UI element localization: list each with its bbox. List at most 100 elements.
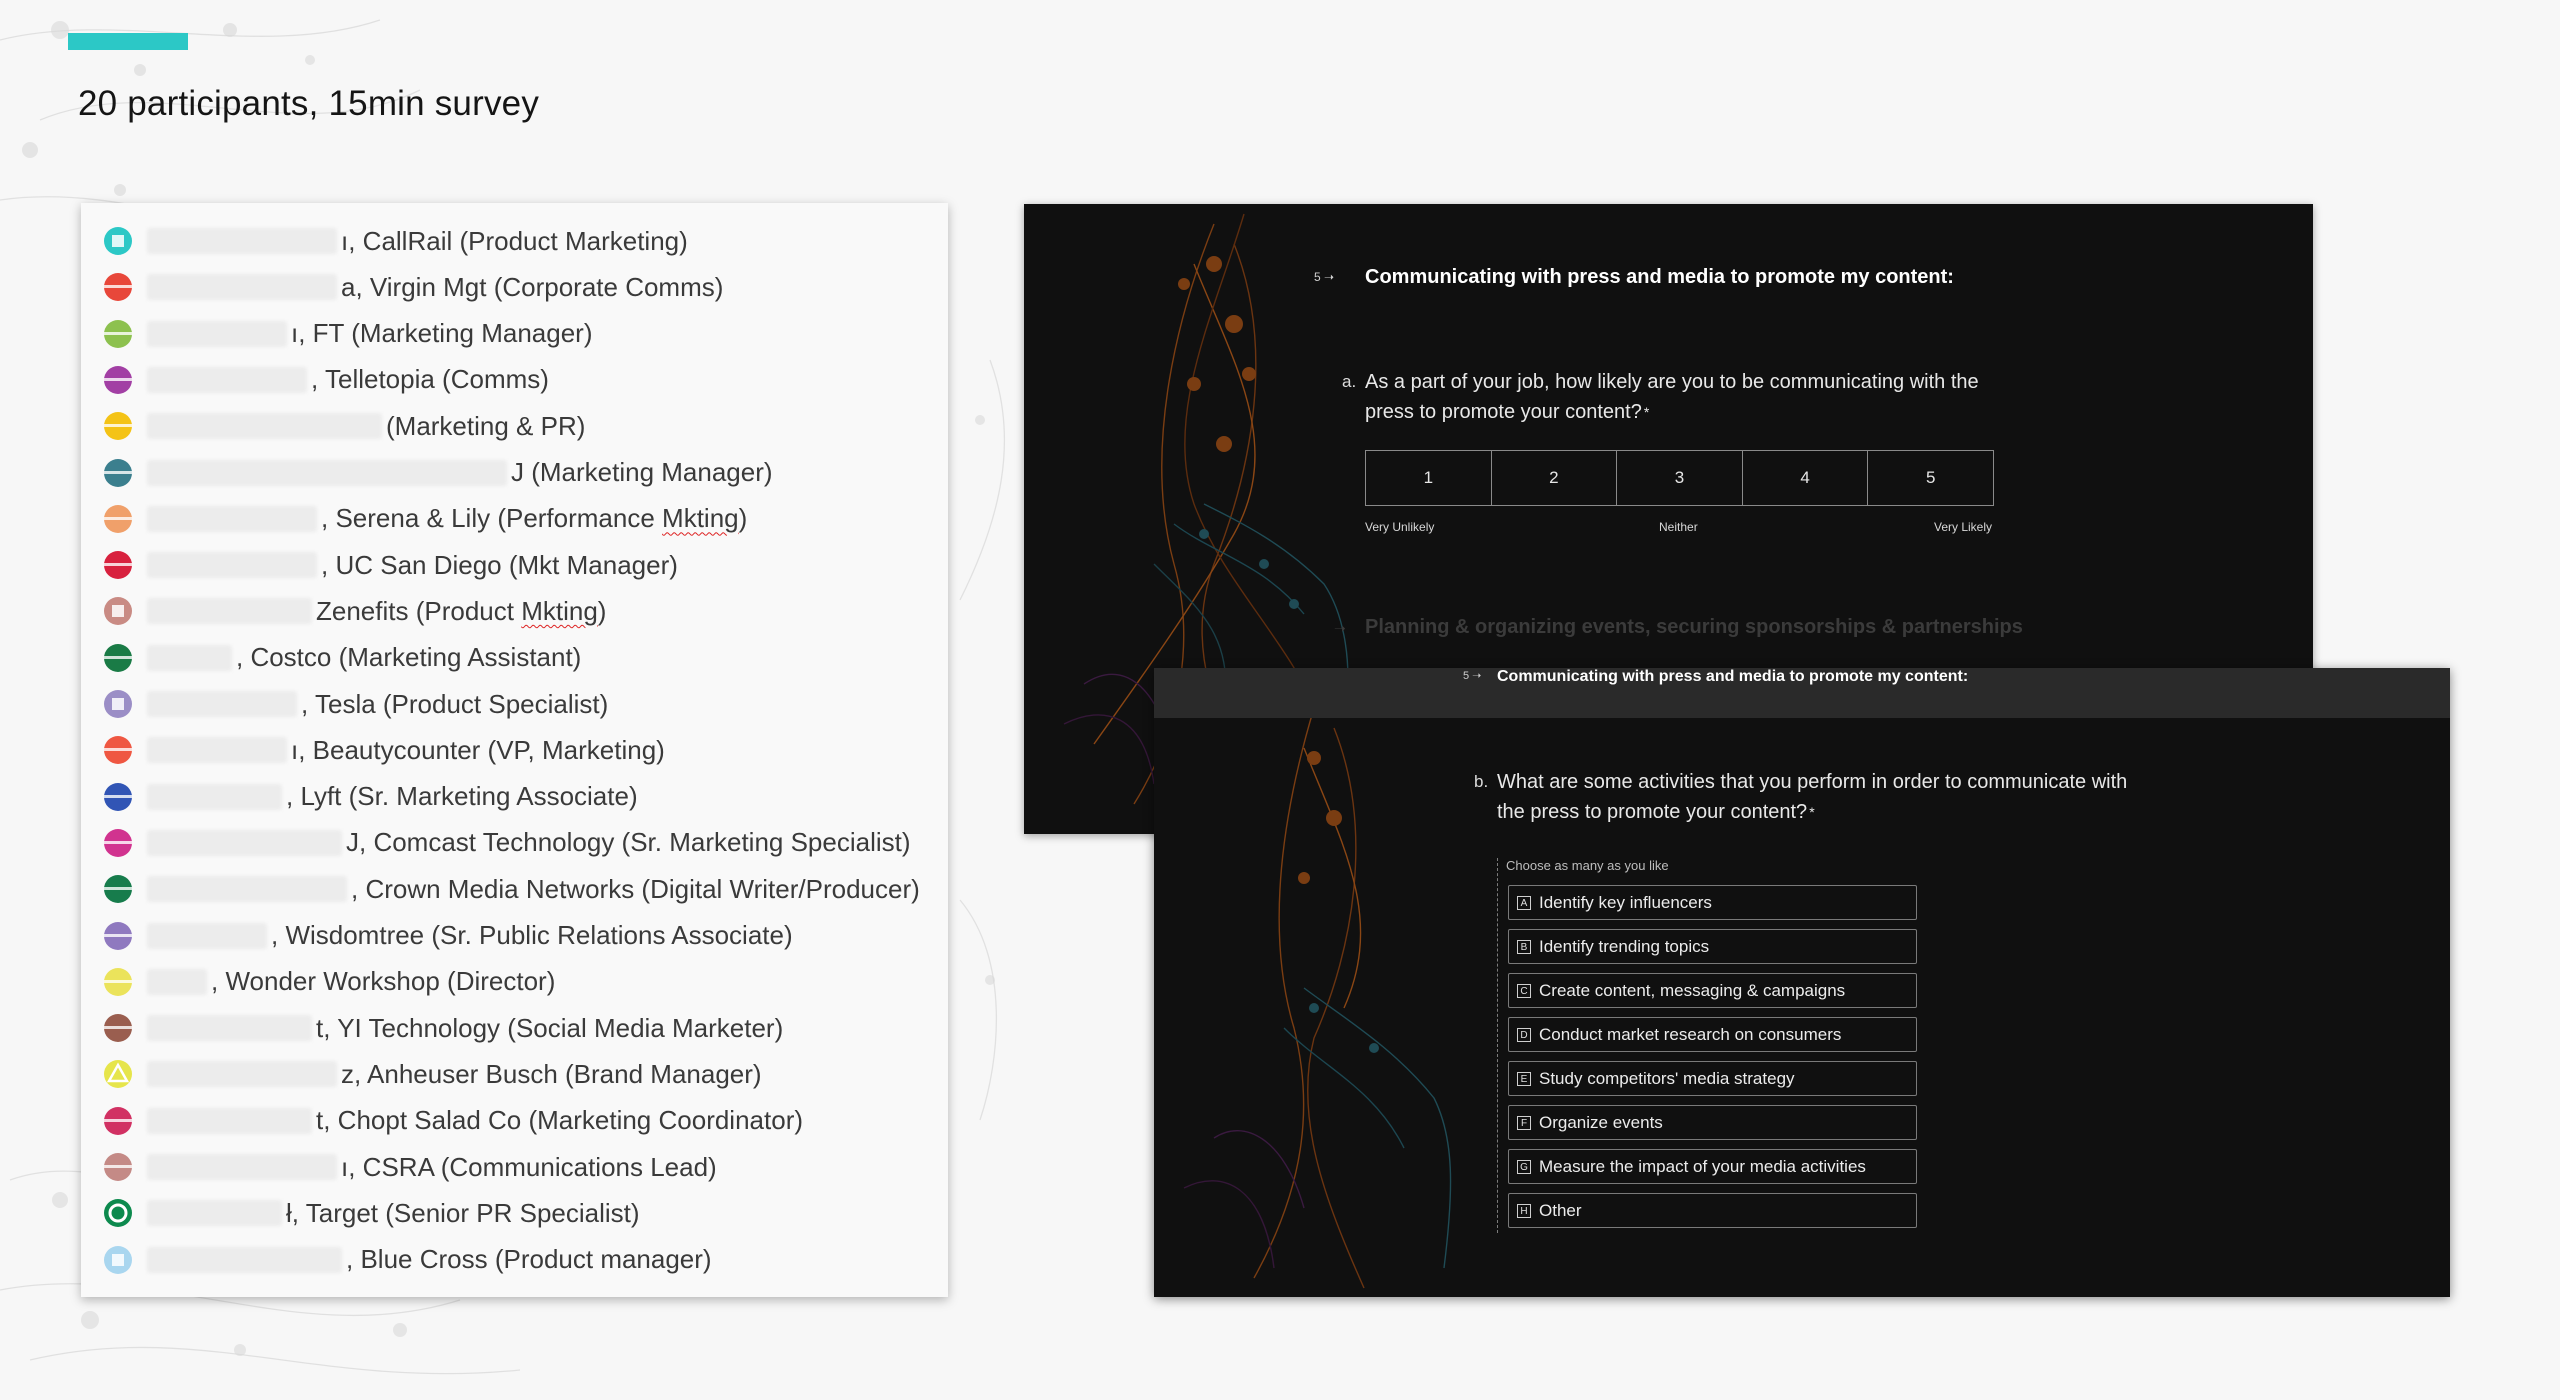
redacted-name [147, 274, 337, 301]
orange-circle-badge-icon [103, 504, 133, 534]
title-accent-bar [68, 33, 188, 50]
participant-affiliation: t, YI Technology (Social Media Marketer) [316, 1012, 784, 1043]
participant-row: t, Chopt Salad Co (Marketing Coordinator… [103, 1098, 943, 1144]
participant-row: , Wonder Workshop (Director) [103, 959, 943, 1005]
option-key: D [1517, 1027, 1531, 1042]
option-d[interactable]: D Conduct market research on consumers [1508, 1017, 1917, 1052]
option-key: F [1517, 1115, 1531, 1130]
participant-row: ı, FT (Marketing Manager) [103, 311, 943, 357]
question-heading: Communicating with press and media to pr… [1365, 266, 1954, 288]
sub-question-letter: b. [1474, 772, 1489, 791]
participant-affiliation: , Lyft (Sr. Marketing Associate) [286, 781, 638, 812]
redacted-name [147, 829, 342, 856]
participant-affiliation: ı, CallRail (Product Marketing) [341, 225, 688, 256]
redacted-name [147, 320, 287, 347]
option-label: Study competitors' media strategy [1539, 1068, 1795, 1088]
participant-row: , Costco (Marketing Assistant) [103, 635, 943, 681]
likert-scale: 1 2 3 4 5 [1365, 450, 1994, 506]
option-key: A [1517, 895, 1531, 910]
pale-yellow-circle-badge-icon [103, 967, 133, 997]
scale-option-3[interactable]: 3 [1617, 451, 1743, 505]
option-label: Create content, messaging & campaigns [1539, 980, 1846, 1000]
participant-affiliation: Zenefits (Product Mkting) [316, 595, 607, 626]
participant-row: , Blue Cross (Product manager) [103, 1237, 943, 1283]
scale-option-1[interactable]: 1 [1366, 451, 1492, 505]
scale-option-4[interactable]: 4 [1743, 451, 1869, 505]
option-e[interactable]: E Study competitors' media strategy [1508, 1061, 1917, 1096]
redacted-name [147, 783, 282, 810]
redacted-name [147, 459, 507, 486]
participant-affiliation: J, Comcast Technology (Sr. Marketing Spe… [346, 827, 911, 858]
question-number-label: 5 ➝ [1314, 270, 1334, 284]
option-a[interactable]: A Identify key influencers [1508, 885, 1917, 920]
green-circle-badge-icon [103, 319, 133, 349]
choose-instruction: Choose as many as you like [1506, 858, 1669, 873]
violet-circle-badge-icon [103, 921, 133, 951]
participant-affiliation: , Telletopia (Comms) [311, 364, 549, 395]
participant-affiliation: z, Anheuser Busch (Brand Manager) [341, 1058, 762, 1089]
participant-row: , UC San Diego (Mkt Manager) [103, 542, 943, 588]
redacted-name [147, 366, 307, 393]
participant-row: ł, Target (Senior PR Specialist) [103, 1190, 943, 1236]
green-ring-badge-icon [103, 1198, 133, 1228]
rose-square-badge-icon [103, 596, 133, 626]
spellcheck-underline: Mkting [521, 595, 598, 626]
light-blue-square-badge-icon [103, 1245, 133, 1275]
question-text: What are some activities that you perfor… [1497, 767, 2127, 827]
scale-label-mid: Neither [1659, 520, 1698, 534]
participant-row: , Crown Media Networks (Digital Writer/P… [103, 866, 943, 912]
slate-teal-circle-badge-icon [103, 458, 133, 488]
option-b[interactable]: B Identify trending topics [1508, 929, 1917, 964]
participant-row: , Lyft (Sr. Marketing Associate) [103, 774, 943, 820]
option-h[interactable]: H Other [1508, 1193, 1917, 1228]
participant-affiliation: (Marketing & PR) [386, 410, 586, 441]
redacted-name [147, 1107, 312, 1134]
option-label: Identify key influencers [1539, 892, 1712, 912]
slide-title: 20 participants, 15min survey [78, 84, 540, 123]
redacted-name [147, 1015, 312, 1042]
redacted-name [147, 1061, 337, 1088]
option-key: B [1517, 939, 1531, 954]
required-asterisk: * [1643, 404, 1650, 420]
question-number: 5 [1314, 270, 1321, 284]
emerald-circle-badge-icon [103, 874, 133, 904]
participant-row: ı, CallRail (Product Marketing) [103, 218, 943, 264]
yellow-circle-badge-icon [103, 411, 133, 441]
crimson-circle-badge-icon [103, 550, 133, 580]
arrow-right-icon: ➝ [1469, 670, 1482, 682]
participant-row: , Telletopia (Comms) [103, 357, 943, 403]
redacted-name [147, 691, 297, 717]
participant-affiliation: ł, Target (Senior PR Specialist) [286, 1197, 640, 1228]
participant-affiliation: J (Marketing Manager) [511, 457, 773, 487]
slide: 20 participants, 15min survey ı, CallRai… [0, 0, 2560, 1400]
section-header-bar: 5 ➝ Communicating with press and media t… [1154, 668, 2450, 718]
redacted-name [147, 552, 317, 579]
question-text-line-1: As a part of your job, how likely are yo… [1365, 371, 1979, 393]
redacted-name [147, 505, 317, 532]
magenta-circle-badge-icon [103, 828, 133, 858]
participant-row: (Marketing & PR) [103, 403, 943, 449]
redacted-name [147, 644, 232, 671]
participant-affiliation: ı, FT (Marketing Manager) [291, 318, 593, 349]
option-f[interactable]: F Organize events [1508, 1105, 1917, 1140]
question-heading: Communicating with press and media to pr… [1497, 668, 1969, 685]
scale-option-2[interactable]: 2 [1492, 451, 1618, 505]
scale-label-low: Very Unlikely [1365, 520, 1435, 534]
redacted-name [147, 1246, 342, 1273]
option-key: C [1517, 983, 1531, 998]
participant-row: a, Virgin Mgt (Corporate Comms) [103, 264, 943, 310]
participant-affiliation: a, Virgin Mgt (Corporate Comms) [341, 271, 724, 302]
option-label: Other [1539, 1200, 1582, 1220]
option-key: G [1517, 1159, 1531, 1174]
participant-row: ı, Beautycounter (VP, Marketing) [103, 727, 943, 773]
option-c[interactable]: C Create content, messaging & campaigns [1508, 973, 1917, 1008]
scale-option-5[interactable]: 5 [1868, 451, 1993, 505]
option-g[interactable]: G Measure the impact of your media activi… [1508, 1149, 1917, 1184]
arrow-right-icon: ➝ [1320, 270, 1335, 284]
participant-affiliation: ı, Beautycounter (VP, Marketing) [291, 734, 665, 765]
participant-row: , Serena & Lily (Performance Mkting) [103, 496, 943, 542]
option-label: Conduct market research on consumers [1539, 1024, 1842, 1044]
brown-circle-badge-icon [103, 1013, 133, 1043]
option-key: E [1517, 1071, 1531, 1086]
redacted-name [147, 876, 347, 903]
